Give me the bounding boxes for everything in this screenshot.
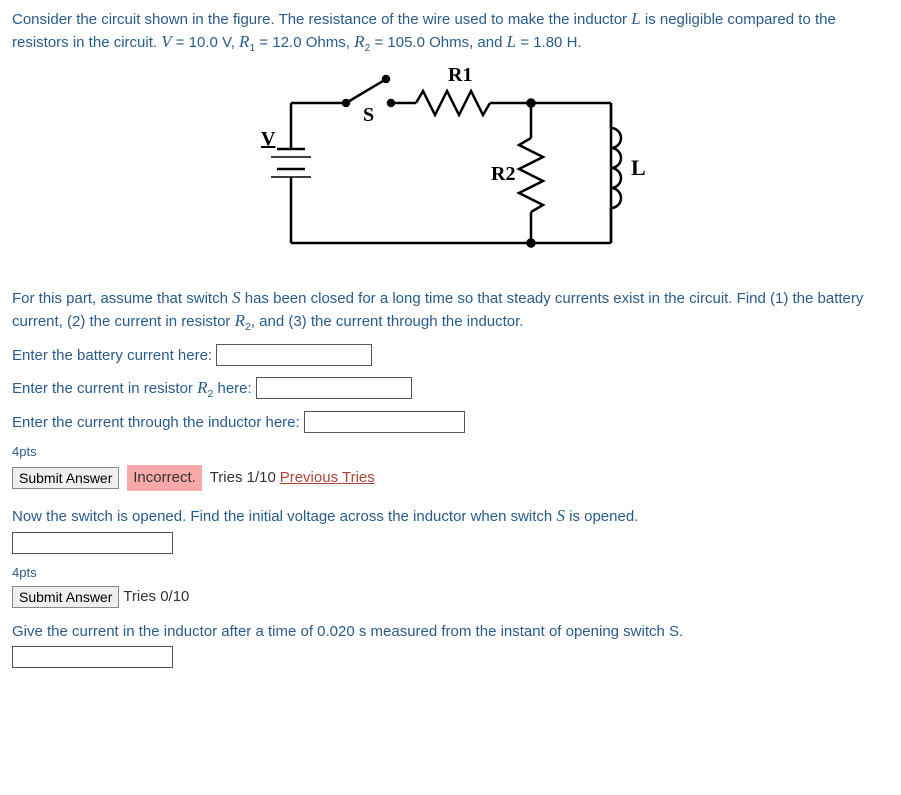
part2-points: 4pts bbox=[12, 564, 889, 582]
circuit-diagram: R1 R2 L V S bbox=[12, 63, 889, 269]
part3-input[interactable] bbox=[12, 646, 173, 668]
part1-instruction: For this part, assume that switch S has … bbox=[12, 287, 889, 334]
label-v: V bbox=[261, 128, 276, 150]
part3-instruction: Give the current in the inductor after a… bbox=[12, 622, 889, 642]
submit-answer-button-2[interactable]: Submit Answer bbox=[12, 586, 119, 608]
inductor-current-input[interactable] bbox=[304, 411, 465, 433]
q3-label: Enter the current through the inductor h… bbox=[12, 414, 300, 431]
q2-label-post: here: bbox=[213, 380, 251, 397]
q1-label: Enter the battery current here: bbox=[12, 347, 212, 364]
label-l: L bbox=[631, 155, 646, 180]
label-r1: R1 bbox=[448, 64, 472, 86]
previous-tries-link[interactable]: Previous Tries bbox=[280, 469, 375, 486]
initial-voltage-input[interactable] bbox=[12, 532, 173, 554]
r2-current-input[interactable] bbox=[256, 377, 412, 399]
q2-label-pre: Enter the current in resistor bbox=[12, 380, 197, 397]
tries-1: Tries 1/10 bbox=[210, 469, 276, 486]
submit-answer-button-1[interactable]: Submit Answer bbox=[12, 467, 119, 489]
part1-points: 4pts bbox=[12, 443, 889, 461]
label-r2: R2 bbox=[491, 163, 515, 185]
tries-2: Tries 0/10 bbox=[123, 588, 189, 605]
label-s: S bbox=[363, 104, 374, 126]
incorrect-badge: Incorrect. bbox=[127, 465, 202, 491]
problem-intro: Consider the circuit shown in the figure… bbox=[12, 8, 889, 55]
part2-instruction: Now the switch is opened. Find the initi… bbox=[12, 505, 889, 528]
battery-current-input[interactable] bbox=[216, 344, 372, 366]
